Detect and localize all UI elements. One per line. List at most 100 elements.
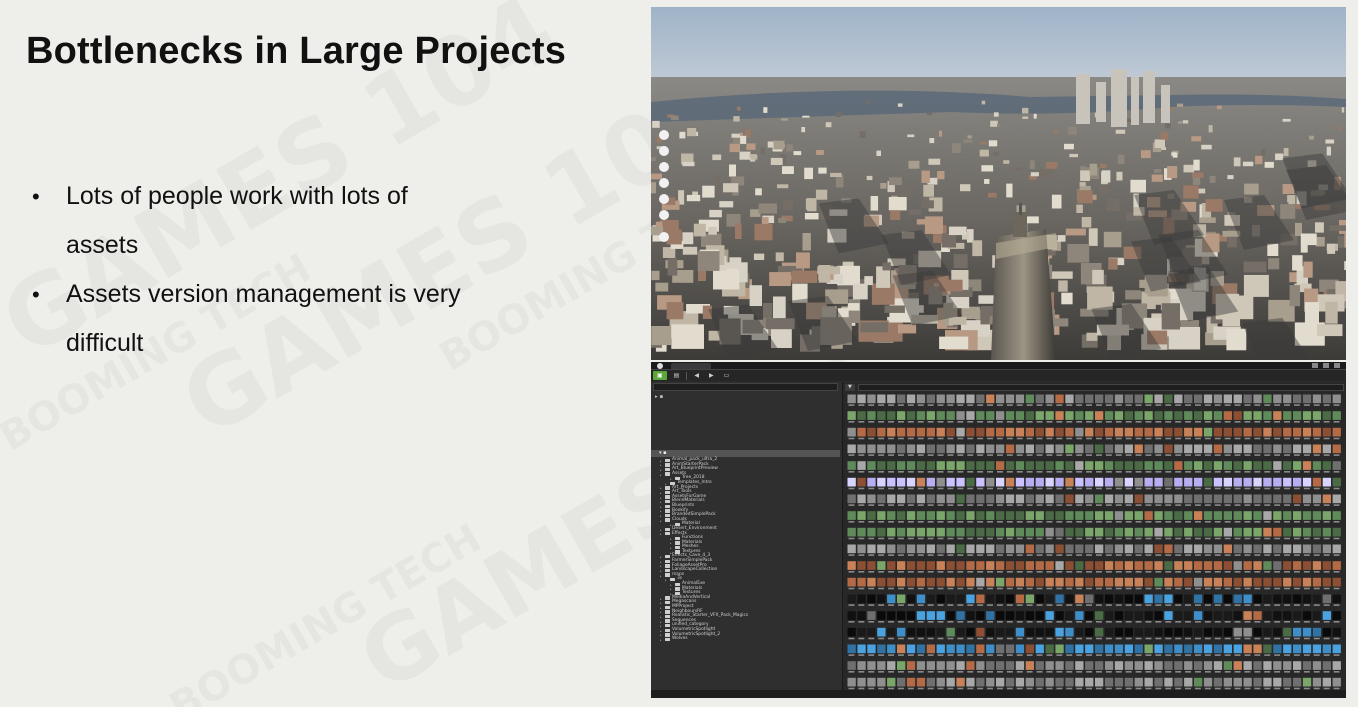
asset-thumbnail[interactable] — [1045, 594, 1054, 604]
asset-thumbnail[interactable] — [1164, 661, 1173, 670]
asset-thumbnail[interactable] — [1283, 511, 1292, 520]
asset-thumbnail[interactable] — [1035, 494, 1044, 504]
asset-thumbnail[interactable] — [1174, 461, 1183, 470]
asset-thumbnail[interactable] — [906, 444, 916, 454]
asset-thumbnail[interactable] — [1263, 394, 1272, 404]
asset-thumbnail[interactable] — [986, 677, 995, 687]
expand-arrow-icon[interactable]: ▸ — [660, 491, 663, 495]
expand-arrow-icon[interactable]: ▸ — [660, 629, 663, 633]
asset-thumbnail[interactable] — [916, 594, 926, 604]
asset-thumbnail[interactable] — [1164, 644, 1173, 654]
asset-thumbnail[interactable] — [1104, 677, 1114, 687]
asset-thumbnail[interactable] — [1253, 511, 1262, 520]
asset-thumbnail[interactable] — [1045, 527, 1054, 537]
asset-thumbnail[interactable] — [1035, 644, 1044, 654]
asset-thumbnail[interactable] — [857, 611, 866, 620]
add-new-button[interactable]: ▣ — [653, 371, 667, 380]
asset-thumbnail[interactable] — [1184, 461, 1193, 470]
asset-thumbnail[interactable] — [1273, 627, 1282, 637]
asset-thumbnail[interactable] — [1184, 477, 1193, 487]
asset-thumbnail[interactable] — [906, 594, 916, 604]
asset-thumbnail[interactable] — [1134, 661, 1143, 670]
asset-thumbnail[interactable] — [1075, 627, 1084, 637]
asset-thumbnail[interactable] — [1223, 644, 1232, 654]
asset-thumbnail[interactable] — [1332, 611, 1341, 620]
expand-arrow-icon[interactable]: ▸ — [660, 569, 663, 573]
asset-thumbnail[interactable] — [1253, 411, 1262, 420]
asset-thumbnail[interactable] — [966, 611, 975, 620]
asset-thumbnail[interactable] — [1283, 661, 1292, 670]
asset-thumbnail[interactable] — [1203, 661, 1213, 670]
asset-thumbnail[interactable] — [1243, 461, 1252, 470]
asset-thumbnail[interactable] — [1302, 677, 1312, 687]
asset-thumbnail[interactable] — [926, 461, 935, 470]
asset-thumbnail[interactable] — [916, 627, 926, 637]
asset-thumbnail[interactable] — [1085, 427, 1094, 437]
asset-thumbnail[interactable] — [1154, 427, 1163, 437]
asset-thumbnail[interactable] — [1134, 394, 1143, 404]
asset-thumbnail[interactable] — [946, 494, 955, 504]
asset-thumbnail[interactable] — [1075, 544, 1084, 554]
asset-thumbnail[interactable] — [1124, 461, 1133, 470]
asset-thumbnail[interactable] — [1075, 677, 1084, 687]
asset-thumbnail[interactable] — [1322, 511, 1331, 520]
asset-thumbnail[interactable] — [1095, 411, 1104, 420]
asset-thumbnail[interactable] — [1114, 394, 1124, 404]
asset-thumbnail[interactable] — [1005, 594, 1015, 604]
asset-thumbnail[interactable] — [867, 611, 876, 620]
asset-thumbnail[interactable] — [1134, 561, 1143, 570]
asset-thumbnail[interactable] — [976, 411, 985, 420]
expand-arrow-icon[interactable]: ▸ — [660, 610, 663, 614]
asset-thumbnail[interactable] — [1055, 394, 1064, 404]
asset-thumbnail[interactable] — [1015, 477, 1025, 487]
asset-thumbnail[interactable] — [1293, 427, 1302, 437]
asset-thumbnail[interactable] — [1154, 461, 1163, 470]
asset-thumbnail[interactable] — [1114, 461, 1124, 470]
asset-thumbnail[interactable] — [986, 427, 995, 437]
asset-thumbnail[interactable] — [1104, 511, 1114, 520]
asset-thumbnail[interactable] — [1213, 644, 1223, 654]
asset-thumbnail[interactable] — [1253, 561, 1262, 570]
asset-thumbnail[interactable] — [897, 661, 906, 670]
asset-thumbnail[interactable] — [1124, 677, 1133, 687]
asset-thumbnail[interactable] — [946, 561, 955, 570]
asset-thumbnail[interactable] — [1194, 611, 1203, 620]
asset-thumbnail[interactable] — [976, 677, 985, 687]
asset-thumbnail[interactable] — [1174, 577, 1183, 587]
asset-thumbnail[interactable] — [1134, 527, 1143, 537]
asset-thumbnail[interactable] — [936, 611, 945, 620]
asset-thumbnail[interactable] — [1114, 477, 1124, 487]
asset-thumbnail[interactable] — [1144, 661, 1153, 670]
asset-thumbnail[interactable] — [1035, 527, 1044, 537]
asset-thumbnail[interactable] — [1233, 511, 1242, 520]
expand-arrow-icon[interactable]: ▸ — [660, 468, 663, 472]
asset-thumbnail[interactable] — [1035, 511, 1044, 520]
asset-thumbnail[interactable] — [1213, 611, 1223, 620]
asset-thumbnail[interactable] — [1065, 494, 1074, 504]
asset-thumbnail[interactable] — [1263, 644, 1272, 654]
asset-thumbnail[interactable] — [1174, 527, 1183, 537]
asset-thumbnail[interactable] — [1075, 444, 1084, 454]
asset-thumbnail[interactable] — [906, 411, 916, 420]
asset-thumbnail[interactable] — [1114, 561, 1124, 570]
asset-thumbnail[interactable] — [1184, 627, 1193, 637]
asset-thumbnail[interactable] — [1124, 494, 1133, 504]
asset-thumbnail[interactable] — [986, 577, 995, 587]
asset-thumbnail[interactable] — [1233, 394, 1242, 404]
asset-thumbnail[interactable] — [1174, 444, 1183, 454]
asset-thumbnail[interactable] — [1065, 527, 1074, 537]
asset-thumbnail[interactable] — [1095, 444, 1104, 454]
asset-thumbnail[interactable] — [1035, 544, 1044, 554]
asset-thumbnail[interactable] — [916, 577, 926, 587]
asset-thumbnail[interactable] — [996, 411, 1005, 420]
asset-thumbnail[interactable] — [926, 394, 935, 404]
asset-thumbnail[interactable] — [1223, 427, 1232, 437]
asset-thumbnail[interactable] — [976, 611, 985, 620]
asset-thumbnail[interactable] — [897, 427, 906, 437]
asset-thumbnail[interactable] — [976, 461, 985, 470]
asset-thumbnail[interactable] — [906, 394, 916, 404]
asset-thumbnail[interactable] — [946, 477, 955, 487]
asset-thumbnail[interactable] — [1114, 494, 1124, 504]
asset-thumbnail[interactable] — [1223, 611, 1232, 620]
asset-search-input[interactable] — [857, 383, 1344, 391]
